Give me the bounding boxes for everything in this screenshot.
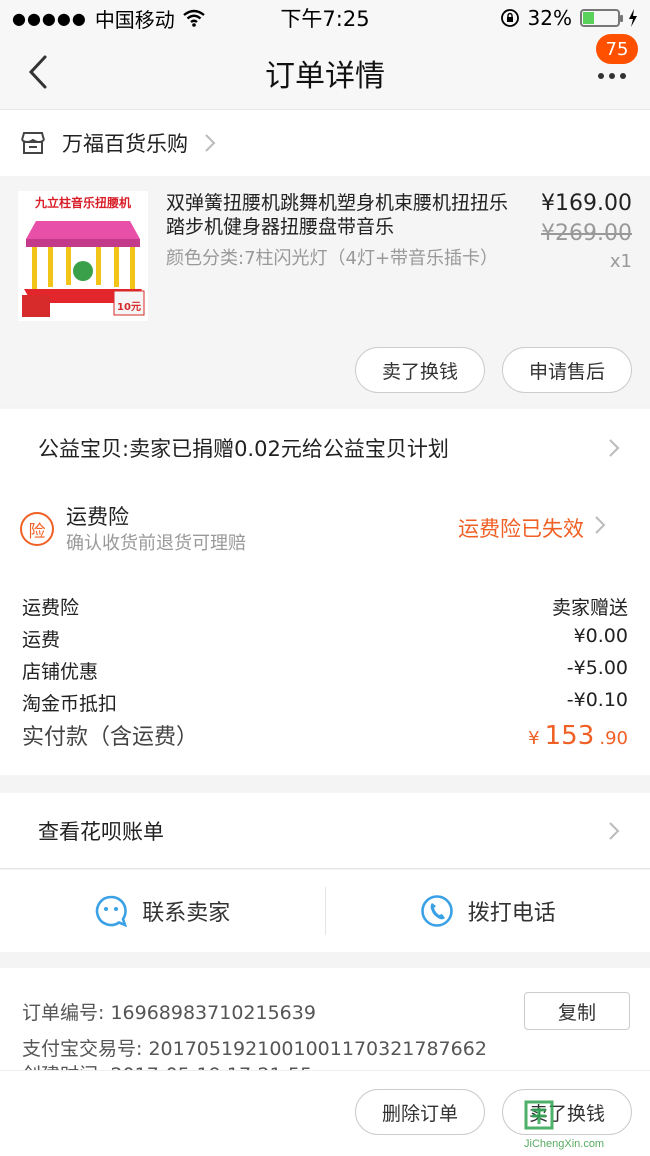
call-phone-label: 拨打电话: [467, 901, 556, 926]
product-title[interactable]: 双弹簧扭腰机跳舞机塑身机束腰机扭扭乐踏步机健身器扭腰盘带音乐: [166, 191, 516, 239]
status-bar: ●●●●● 中国移动 下午7:25 32%: [0, 0, 650, 36]
product-image: 九立柱音乐扭腰机 10元: [18, 191, 148, 321]
shop-icon: [21, 132, 45, 154]
cost-value: -¥5.00: [566, 657, 628, 679]
signal-strength-icon: ●●●●●: [12, 8, 87, 28]
insurance-subtitle: 确认收货前退货可理赔: [66, 533, 246, 554]
cost-summary: 运费险 卖家赠送 运费 ¥0.00 店铺优惠 -¥5.00 淘金币抵扣 -¥0.…: [0, 569, 650, 775]
total-amount: ¥ 153 .90: [528, 721, 628, 751]
total-integer: 153: [544, 721, 595, 751]
cost-value: -¥0.10: [566, 689, 628, 711]
delete-order-button[interactable]: 删除订单: [355, 1089, 485, 1135]
cost-row: 淘金币抵扣 -¥0.10: [22, 689, 628, 716]
cost-value: ¥0.00: [573, 625, 628, 647]
thumbnail-promo-text: 10元: [117, 301, 141, 313]
charging-bolt-icon: [629, 9, 637, 27]
chevron-right-icon: [609, 822, 620, 840]
total-label: 实付款（含运费）: [22, 725, 199, 750]
chevron-right-icon: [595, 516, 606, 534]
phone-icon: [420, 895, 453, 927]
back-button[interactable]: [18, 50, 58, 94]
cost-value: 卖家赠送: [551, 597, 628, 619]
wifi-icon: [183, 9, 205, 27]
total-decimal: .90: [599, 728, 628, 749]
battery-percent: 32%: [527, 6, 572, 30]
watermark-logo: JiChengXin.com: [524, 1100, 642, 1150]
insurance-title: 运费险: [66, 505, 129, 529]
product-thumbnail[interactable]: 九立柱音乐扭腰机 10元: [18, 191, 148, 321]
nav-bar: 订单详情: [0, 36, 650, 110]
more-dot: [620, 73, 626, 79]
cost-row: 运费 ¥0.00: [22, 625, 628, 652]
after-sales-button[interactable]: 申请售后: [502, 347, 632, 393]
cost-label: 运费: [22, 629, 61, 651]
total-row: 实付款（含运费） ¥ 153 .90: [22, 719, 628, 751]
watermark-text: JiChengXin.com: [524, 1138, 605, 1150]
cost-label: 淘金币抵扣: [22, 693, 118, 715]
cost-row: 运费险 卖家赠送: [22, 593, 628, 620]
charity-text: 公益宝贝:卖家已捐赠0.02元给公益宝贝计划: [38, 437, 449, 461]
chevron-left-icon: [28, 55, 47, 89]
message-count-badge: 75: [596, 34, 638, 64]
chat-bubble-icon: [95, 895, 128, 928]
chevron-right-icon: [205, 134, 216, 152]
thumbnail-title-text: 九立柱音乐扭腰机: [34, 195, 131, 210]
battery-icon: [580, 9, 623, 27]
call-phone-button[interactable]: 拨打电话: [326, 870, 650, 952]
contact-bar: 联系卖家 拨打电话: [0, 870, 650, 952]
more-button[interactable]: [592, 64, 632, 88]
watermark-mark-icon: [524, 1100, 554, 1130]
product-sku: 颜色分类:7柱闪光灯（4灯+带音乐插卡）: [166, 248, 499, 269]
order-info: 订单编号: 16968983710215639 支付宝交易号: 20170519…: [0, 968, 650, 1076]
contact-seller-button[interactable]: 联系卖家: [0, 870, 325, 952]
insurance-icon: 险: [20, 512, 54, 546]
huabei-bill-row[interactable]: 查看花呗账单: [0, 793, 650, 869]
cost-label: 运费险: [22, 597, 80, 619]
shop-header[interactable]: 万福百货乐购: [0, 110, 650, 176]
product-original-price: ¥269.00: [541, 221, 632, 246]
product-item[interactable]: 九立柱音乐扭腰机 10元 双弹簧扭腰机跳舞机塑身机束腰机扭扭乐踏步机健身器扭腰盘…: [0, 181, 650, 405]
cost-row: 店铺优惠 -¥5.00: [22, 657, 628, 684]
huabei-text: 查看花呗账单: [38, 819, 164, 844]
order-number: 订单编号: 16968983710215639: [22, 1002, 316, 1024]
status-time: 下午7:25: [280, 7, 370, 31]
resell-button[interactable]: 卖了换钱: [355, 347, 485, 393]
product-price: ¥169.00: [541, 191, 632, 216]
contact-seller-label: 联系卖家: [142, 901, 231, 926]
cost-label: 店铺优惠: [22, 661, 99, 683]
insurance-status: 运费险已失效: [458, 517, 584, 541]
shipping-insurance-row[interactable]: 险 运费险 确认收货前退货可理赔 运费险已失效: [0, 487, 650, 569]
more-dot: [609, 73, 615, 79]
rotation-lock-icon: [500, 9, 519, 27]
alipay-trade-number: 支付宝交易号: 2017051921001001170321787662: [22, 1038, 487, 1060]
charity-row[interactable]: 公益宝贝:卖家已捐赠0.02元给公益宝贝计划: [0, 409, 650, 487]
chevron-right-icon: [609, 439, 620, 457]
bottom-action-bar: 删除订单 卖了换钱 JiChengXin.com: [0, 1070, 650, 1156]
product-quantity: x1: [609, 251, 632, 272]
shop-name: 万福百货乐购: [62, 132, 188, 156]
total-currency: ¥: [528, 728, 540, 749]
carrier-name: 中国移动: [94, 7, 175, 32]
copy-button[interactable]: 复制: [524, 992, 630, 1030]
more-dots-icon: [598, 73, 604, 79]
page-title: 订单详情: [265, 58, 385, 94]
